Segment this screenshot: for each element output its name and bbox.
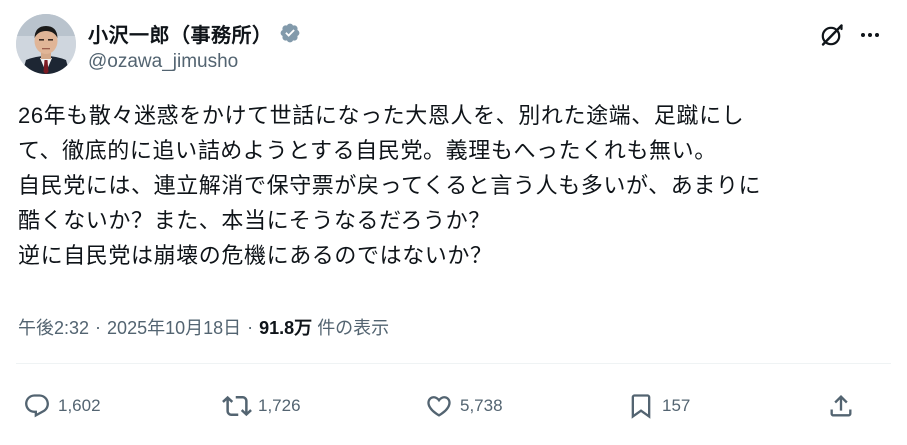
bookmark-icon xyxy=(626,391,656,421)
reply-button[interactable]: 1,602 xyxy=(22,384,101,428)
grok-icon[interactable] xyxy=(815,18,849,52)
repost-button[interactable]: 1,726 xyxy=(222,384,301,428)
views-label[interactable]: 件の表示 xyxy=(317,314,389,340)
display-name[interactable]: 小沢一郎（事務所） xyxy=(88,19,273,48)
share-icon xyxy=(826,391,856,421)
verified-badge-icon[interactable] xyxy=(279,22,301,44)
tweet-text-line: 自民党には、連立解消で保守票が戻ってくると言う人も多いが、あまりに xyxy=(18,173,762,198)
author-names: 小沢一郎（事務所） @ozawa_jimusho xyxy=(88,20,301,73)
tweet-text-line: 26年も散々迷惑をかけて世話になった大恩人を、別れた途端、足蹴にし xyxy=(18,103,745,128)
tweet-time[interactable]: 午後2:32 xyxy=(18,314,89,340)
like-count: 5,738 xyxy=(460,396,503,415)
avatar[interactable] xyxy=(16,14,76,74)
separator: · xyxy=(95,316,102,337)
tweet-header: 小沢一郎（事務所） @ozawa_jimusho xyxy=(16,14,891,76)
bookmark-count: 157 xyxy=(662,396,691,415)
more-icon[interactable] xyxy=(853,18,887,52)
separator: · xyxy=(247,316,254,337)
divider xyxy=(16,363,891,364)
tweet-text-line: 逆に自民党は崩壊の危機にあるのではないか？ xyxy=(18,243,493,268)
tweet-metadata: 午後2:32 · 2025年10月18日 · 91.8万 件の表示 xyxy=(18,314,389,340)
tweet: 小沢一郎（事務所） @ozawa_jimusho 26年も散々迷惑をかけて世話に… xyxy=(0,0,907,445)
repost-icon xyxy=(222,391,252,421)
action-bar: 1,602 1,726 5,738 157 xyxy=(0,384,907,428)
views-count[interactable]: 91.8万 xyxy=(259,314,312,340)
bookmark-button[interactable]: 157 xyxy=(626,384,690,428)
repost-count: 1,726 xyxy=(258,396,301,415)
reply-icon xyxy=(22,391,52,421)
tweet-text: 26年も散々迷惑をかけて世話になった大恩人を、別れた途端、足蹴にし て、徹底的に… xyxy=(18,98,878,273)
header-actions xyxy=(815,18,887,52)
reply-count: 1,602 xyxy=(58,396,101,415)
share-button[interactable] xyxy=(826,384,856,428)
name-row: 小沢一郎（事務所） xyxy=(88,19,301,48)
tweet-date[interactable]: 2025年10月18日 xyxy=(107,314,241,340)
handle[interactable]: @ozawa_jimusho xyxy=(88,51,301,73)
tweet-text-line: 酷くないか？また、本当にそうなるだろうか？ xyxy=(18,208,491,233)
tweet-text-line: て、徹底的に追い詰めようとする自民党。義理もへったくれも無い。 xyxy=(18,138,717,163)
heart-icon xyxy=(424,391,454,421)
like-button[interactable]: 5,738 xyxy=(424,384,503,428)
